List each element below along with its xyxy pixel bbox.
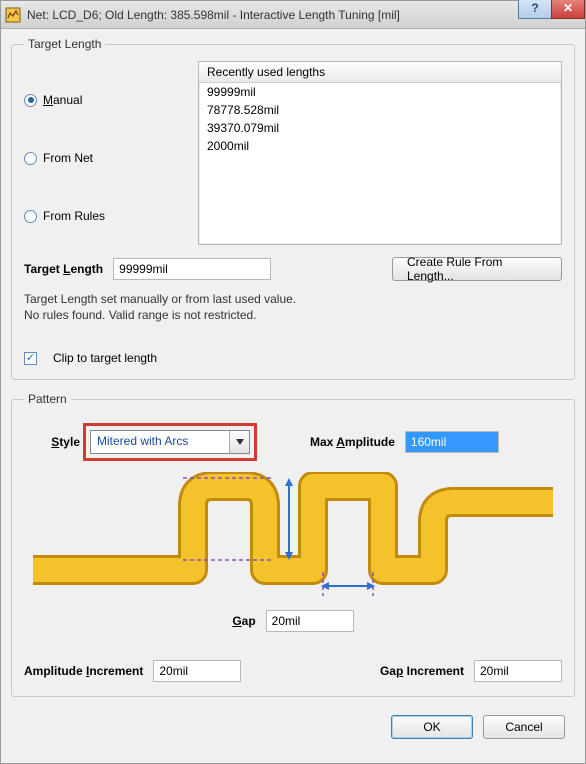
pattern-group: Pattern Style Mitered with Arcs Max Ampl…	[11, 392, 575, 697]
target-length-note: Target Length set manually or from last …	[24, 291, 562, 323]
chevron-down-icon[interactable]	[229, 431, 249, 453]
style-combobox[interactable]: Mitered with Arcs	[90, 430, 250, 454]
amp-increment-input[interactable]	[153, 660, 241, 682]
radio-from-rules-label: From Rules	[43, 209, 105, 223]
amp-increment-label: Amplitude Increment	[24, 664, 143, 678]
cancel-button[interactable]: Cancel	[483, 715, 565, 739]
ok-button[interactable]: OK	[391, 715, 473, 739]
style-label: Style	[24, 435, 80, 449]
target-length-input[interactable]	[113, 258, 271, 280]
style-value: Mitered with Arcs	[91, 431, 229, 453]
list-item[interactable]: 78778.528mil	[199, 101, 561, 119]
pattern-legend: Pattern	[24, 392, 71, 406]
list-item[interactable]: 2000mil	[199, 137, 561, 155]
radio-from-rules[interactable]: From Rules	[24, 194, 184, 238]
gap-input[interactable]	[266, 610, 354, 632]
help-button[interactable]: ?	[518, 0, 552, 19]
listbox-header: Recently used lengths	[199, 62, 561, 83]
gap-increment-input[interactable]	[474, 660, 562, 682]
target-length-label: Target Length	[24, 262, 103, 276]
dialog-window: Net: LCD_D6; Old Length: 385.598mil - In…	[0, 0, 586, 764]
window-title: Net: LCD_D6; Old Length: 385.598mil - In…	[27, 8, 400, 22]
list-item[interactable]: 99999mil	[199, 83, 561, 101]
radio-from-net-label: From Net	[43, 151, 93, 165]
dialog-body: Target Length Manual From Net From Rules	[1, 29, 585, 763]
app-icon	[5, 7, 21, 23]
gap-increment-label: Gap Increment	[380, 664, 464, 678]
clip-checkbox[interactable]	[24, 352, 37, 365]
gap-label: Gap	[232, 614, 255, 628]
recent-lengths-listbox[interactable]: Recently used lengths 99999mil 78778.528…	[198, 61, 562, 245]
pattern-preview	[33, 472, 553, 602]
radio-icon	[24, 94, 37, 107]
list-item[interactable]: 39370.079mil	[199, 119, 561, 137]
target-length-legend: Target Length	[24, 37, 105, 51]
max-amplitude-label: Max Amplitude	[310, 435, 395, 449]
titlebar: Net: LCD_D6; Old Length: 385.598mil - In…	[1, 1, 585, 29]
radio-manual-label: Manual	[43, 93, 82, 107]
clip-label: Clip to target length	[53, 351, 157, 365]
radio-icon	[24, 210, 37, 223]
create-rule-button[interactable]: Create Rule From Length...	[392, 257, 562, 281]
dialog-footer: OK Cancel	[11, 709, 575, 739]
radio-icon	[24, 152, 37, 165]
target-source-radios: Manual From Net From Rules	[24, 61, 184, 245]
target-length-group: Target Length Manual From Net From Rules	[11, 37, 575, 380]
radio-from-net[interactable]: From Net	[24, 136, 184, 180]
radio-manual[interactable]: Manual	[24, 78, 184, 122]
close-button[interactable]: ✕	[551, 0, 585, 19]
window-buttons: ? ✕	[519, 0, 585, 19]
max-amplitude-input[interactable]	[405, 431, 499, 453]
